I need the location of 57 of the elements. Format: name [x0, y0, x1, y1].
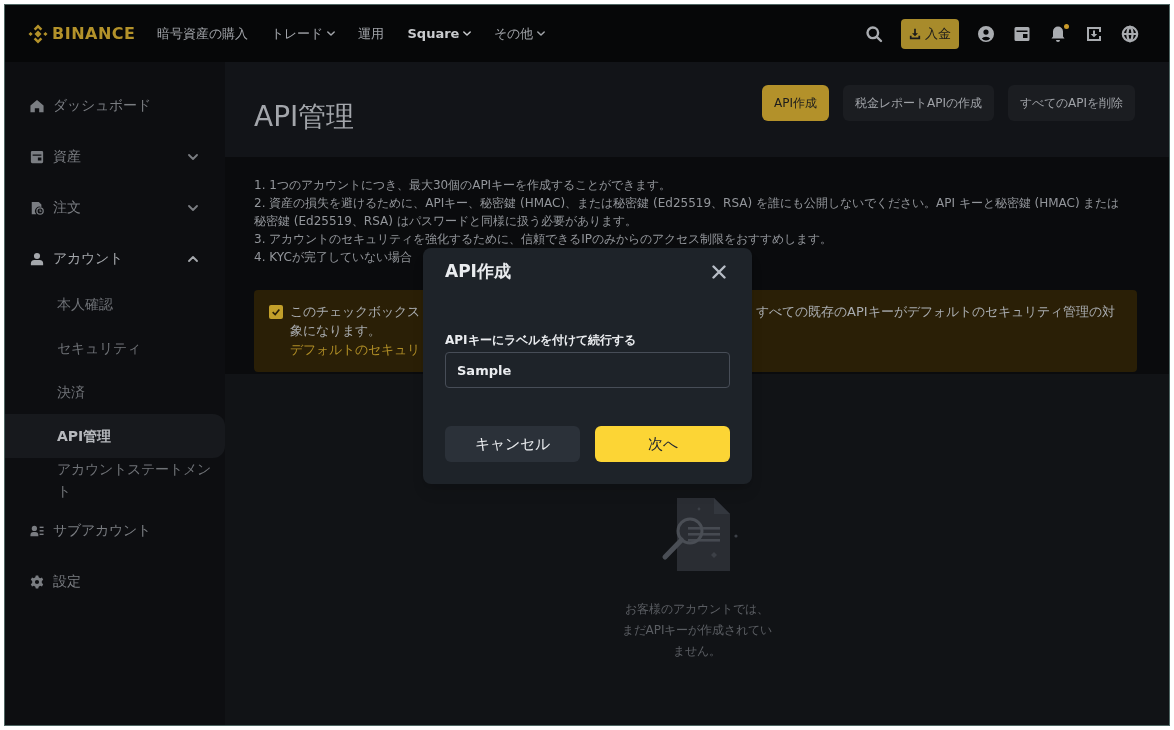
sidebar-subitem[interactable]: 本人確認: [5, 282, 225, 326]
deposit-button[interactable]: 入金: [901, 18, 959, 49]
field-label: APIキーにラベルを付けて続行する: [445, 332, 637, 349]
sidebar-subitem[interactable]: 決済: [5, 370, 225, 414]
sidebar-item[interactable]: 注文: [5, 182, 225, 233]
note-text: 4. KYCが完了していない場合: [254, 249, 413, 266]
nav-link[interactable]: 暗号資産の購入: [157, 23, 249, 44]
sidebar-item[interactable]: 資産: [5, 131, 225, 182]
sidebar-item[interactable]: 設定: [5, 556, 225, 607]
chevron-down-icon: [537, 31, 546, 36]
logo-text: BINANCE: [52, 22, 136, 45]
search-icon[interactable]: [865, 24, 883, 43]
close-button[interactable]: [712, 265, 726, 279]
sidebar-item[interactable]: アカウント: [5, 233, 225, 284]
note-text: 1. 1つのアカウントにつき、最大30個のAPIキーを作成することができます。: [254, 177, 673, 194]
checkbox[interactable]: [269, 305, 283, 319]
user-icon: [30, 251, 44, 266]
bell-icon[interactable]: [1049, 24, 1067, 43]
document-clock-icon: [30, 200, 44, 215]
warning-text: このチェックボックス: [290, 304, 420, 319]
sidebar-item[interactable]: サブアカウント: [5, 505, 225, 556]
sidebar-subitem[interactable]: API管理: [5, 414, 225, 458]
sidebar-subitem[interactable]: セキュリティ: [5, 326, 225, 370]
cancel-button[interactable]: キャンセル: [445, 426, 580, 462]
warning-text: すべての既存のAPIキーがデフォルトのセキュリティ管理の対: [756, 304, 1115, 319]
sidebar-item[interactable]: ダッシュボード: [5, 80, 225, 131]
next-button[interactable]: 次へ: [595, 426, 730, 462]
empty-state-text: お客様のアカウントでは、まだAPIキーが作成されていません。: [620, 601, 774, 660]
warning-text: 象になります。: [290, 323, 381, 338]
home-icon: [30, 98, 44, 113]
wallet-icon: [30, 149, 44, 164]
nav-link[interactable]: Square: [407, 23, 472, 44]
checkmark-icon: [271, 307, 281, 317]
header-action-button[interactable]: API作成: [762, 85, 830, 121]
header-action-button[interactable]: すべてのAPIを削除: [1008, 85, 1135, 121]
user-icon[interactable]: [977, 24, 995, 43]
nav-link[interactable]: トレード: [271, 23, 336, 44]
note-text: 3. アカウントのセキュリティを強化するために、信頼できるIPのみからのアクセス制限をおすすめします。: [254, 231, 834, 248]
chevron-down-icon: [463, 31, 472, 36]
users-list-icon: [30, 523, 44, 538]
globe-icon[interactable]: [1121, 24, 1139, 43]
nav-link[interactable]: その他: [494, 23, 546, 44]
diamond-logo-icon[interactable]: [28, 23, 48, 44]
label-input[interactable]: Sample: [445, 352, 730, 388]
nav-link[interactable]: 運用: [358, 23, 385, 44]
settings-icon: [30, 574, 44, 589]
page-title: API管理: [254, 100, 355, 134]
header-action-button[interactable]: 税金レポートAPIの作成: [843, 85, 994, 121]
download-icon: [909, 27, 921, 40]
chevron-down-icon: [327, 31, 336, 36]
dialog-title: API作成: [445, 260, 511, 284]
note-text: 2. 資産の損失を避けるために、APIキー、秘密鍵 (HMAC)、または秘密鍵 (Ed25519、RSA) を誰にも公開しないでください。API キーと秘密鍵 (HMAC) または秘密鍵 (Ed25519、RSA) はパスワードと同様に扱う必要があります。: [254, 195, 1121, 230]
wallet-icon[interactable]: [1013, 24, 1031, 43]
close-icon: [712, 265, 726, 279]
download-box-icon[interactable]: [1085, 24, 1103, 43]
sidebar-subitem[interactable]: アカウントステートメント: [5, 458, 225, 502]
security-link[interactable]: デフォルトのセキュリ: [290, 342, 420, 357]
